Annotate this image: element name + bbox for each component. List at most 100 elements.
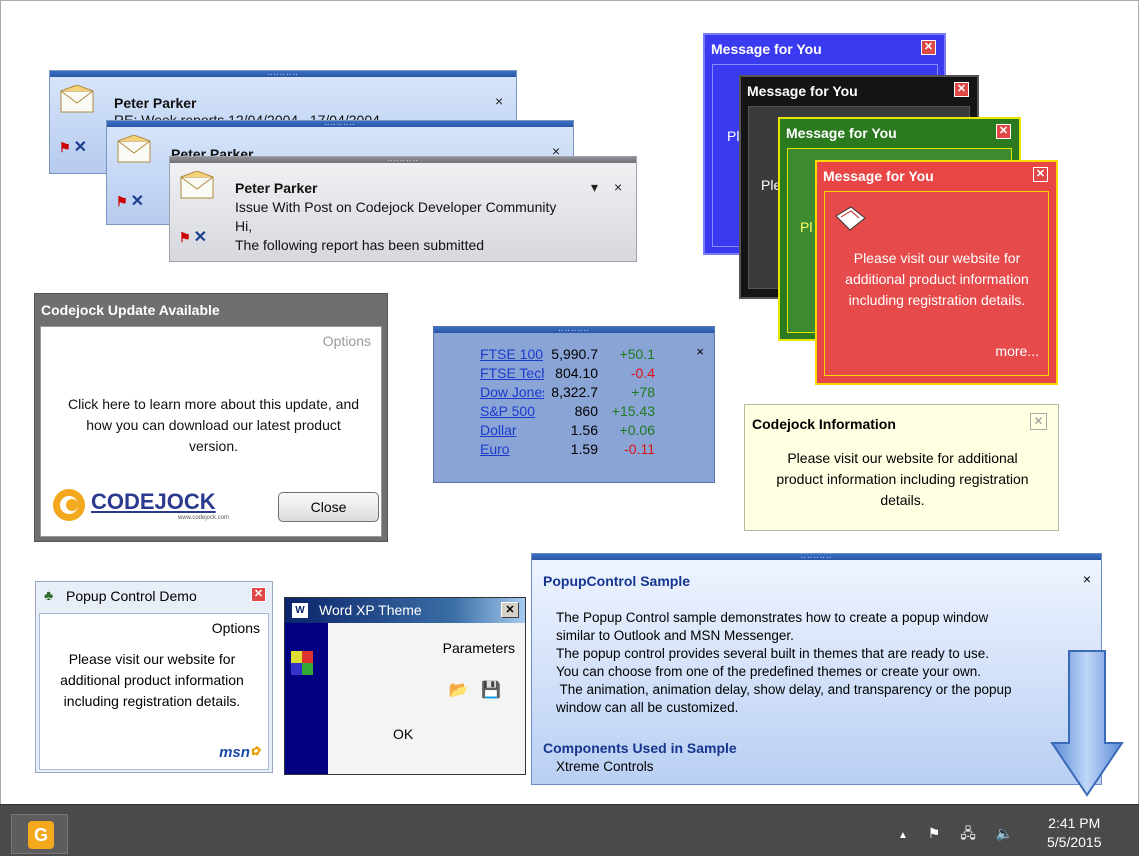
stock-ticker-popup[interactable]: ‥‥‥‥‥ × FTSE 100 5,990.7 +50.1 FTSE Tech 80… (433, 326, 715, 483)
flag-icon[interactable]: ⚑ (116, 194, 128, 209)
flag-icon[interactable]: ⚑ (179, 230, 191, 245)
table-row: FTSE Tech 804.10 -0.4 (480, 363, 655, 382)
close-icon[interactable]: ✕ (1030, 413, 1047, 430)
flag-delete-actions[interactable]: ⚑ ✕ (59, 137, 87, 157)
delete-icon[interactable]: ✕ (194, 229, 207, 246)
stock-change: -0.4 (630, 364, 655, 381)
table-row: S&P 500 860 +15.43 (480, 401, 655, 420)
table-row: Dollar 1.56 +0.06 (480, 420, 655, 439)
close-icon[interactable]: ✕ (921, 40, 936, 55)
envelope-icon (60, 85, 94, 113)
popup-title: PopupControl Sample (543, 573, 690, 589)
sample-description: The Popup Control sample demonstrates ho… (556, 610, 1012, 715)
start-button[interactable]: G (11, 814, 68, 854)
message-subject[interactable]: Issue With Post on Codejock Developer Co… (235, 199, 556, 215)
grip-handle[interactable]: ‥‥‥‥‥ (434, 327, 714, 333)
chevron-up-icon[interactable]: ▲ (898, 830, 908, 841)
delete-icon[interactable]: ✕ (131, 193, 144, 210)
parameters-label: Parameters (442, 640, 515, 656)
codejock-app-icon: G (28, 821, 54, 849)
stock-change: -0.11 (624, 440, 655, 457)
word-xp-popup[interactable]: W Word XP Theme ✕ Parameters 📂 💾 OK (284, 597, 526, 775)
codejock-logo-icon (53, 489, 85, 521)
volume-icon[interactable]: 🔈 (996, 825, 1013, 841)
popup-title: Message for You (747, 83, 858, 99)
clock-date: 5/5/2015 (1047, 834, 1102, 850)
grip-handle[interactable]: ‥‥‥‥‥ (50, 71, 516, 77)
stock-value: 5,990.7 (551, 345, 598, 362)
sidebar-strip (285, 623, 328, 774)
system-tray: ▲ ⚑ 🖧 🔈 (898, 823, 1029, 847)
popup-title: Message for You (823, 168, 934, 184)
popup-title: Message for You (711, 41, 822, 57)
close-button[interactable]: Close (278, 492, 379, 522)
flag-delete-actions[interactable]: ⚑ ✕ (116, 191, 144, 211)
open-folder-icon[interactable]: 📂 (449, 682, 469, 699)
logo-url: www.codejock.com (178, 515, 230, 521)
close-icon[interactable]: ✕ (996, 124, 1011, 139)
close-icon[interactable]: × (1083, 571, 1091, 587)
popup-control-demo[interactable]: ♣ Popup Control Demo ✕ Options Please vi… (35, 581, 273, 773)
options-link[interactable]: Options (323, 333, 371, 349)
stock-name-link[interactable]: Dollar (480, 420, 544, 439)
close-icon[interactable]: ✕ (251, 587, 266, 602)
word-app-icon: W (292, 603, 308, 618)
clock[interactable]: 2:41 PM 5/5/2015 (1047, 814, 1102, 852)
flag-icon[interactable]: ⚑ (928, 825, 941, 841)
popup-control-sample[interactable]: ‥‥‥‥‥ PopupControl Sample × The Popup Co… (531, 553, 1102, 785)
stock-name-link[interactable]: FTSE 100 (480, 344, 544, 363)
more-link[interactable]: more... (995, 343, 1039, 359)
codejock-update-popup[interactable]: Codejock Update Available Options Click … (34, 293, 388, 542)
stock-name-link[interactable]: FTSE Tech (480, 363, 544, 382)
update-message[interactable]: Click here to learn more about this upda… (61, 394, 366, 457)
close-icon[interactable]: ✕ (954, 82, 969, 97)
save-icon[interactable]: 💾 (481, 682, 501, 699)
stock-name-link[interactable]: Euro (480, 439, 544, 458)
ok-button[interactable]: OK (393, 726, 413, 742)
close-icon[interactable]: ✕ (501, 602, 519, 618)
stock-value: 804.10 (555, 364, 598, 381)
stock-change: +50.1 (619, 345, 655, 362)
popup-partial-text: Pl (800, 219, 813, 235)
chevron-down-icon[interactable]: ▾ (591, 179, 598, 196)
delete-icon[interactable]: ✕ (74, 139, 87, 156)
grip-handle[interactable]: ‥‥‥‥‥ (107, 121, 573, 127)
app-icon: ♣ (44, 587, 54, 603)
popup-message[interactable]: Please visit our website for additional … (46, 649, 258, 712)
outlook-popup-3[interactable]: ‥‥‥‥‥ Peter Parker Issue With Post on Co… (169, 156, 637, 262)
stock-change: +0.06 (619, 421, 655, 438)
table-row: FTSE 100 5,990.7 +50.1 (480, 344, 655, 363)
puzzle-icon (291, 651, 313, 675)
taskbar: G ▲ ⚑ 🖧 🔈 2:41 PM 5/5/2015 (0, 804, 1139, 856)
codejock-info-popup[interactable]: Codejock Information ✕ Please visit our … (744, 404, 1059, 531)
clock-time: 2:41 PM (1048, 815, 1101, 831)
envelope-icon (117, 135, 151, 163)
close-icon[interactable]: ✕ (1033, 167, 1048, 182)
popup-body: Options Click here to learn more about t… (40, 326, 382, 537)
flag-delete-actions[interactable]: ⚑ ✕ (179, 227, 207, 247)
sender-name: Peter Parker (114, 95, 197, 111)
grip-handle[interactable]: ‥‥‥‥‥ (532, 554, 1101, 560)
message-popup-red[interactable]: Message for You ✕ Please visit our websi… (815, 160, 1058, 385)
flag-icon[interactable]: ⚑ (59, 140, 71, 155)
popup-message[interactable]: Please visit our website for additional … (833, 248, 1041, 311)
logo-text: CODEJOCK (91, 489, 216, 514)
popup-title: Codejock Update Available (41, 302, 220, 318)
popup-message[interactable]: Please visit our website for additional … (770, 448, 1035, 511)
components-value: Xtreme Controls (556, 759, 654, 774)
close-icon[interactable]: × (495, 93, 503, 109)
options-link[interactable]: Options (212, 620, 260, 636)
network-icon[interactable]: 🖧 (960, 825, 976, 841)
envelope-icon (180, 171, 214, 199)
close-icon[interactable]: × (696, 344, 704, 359)
close-icon[interactable]: × (614, 179, 622, 195)
msn-logo-text: msn (219, 744, 250, 761)
stock-name-link[interactable]: Dow Jones (480, 382, 544, 401)
stock-value: 1.56 (570, 421, 598, 438)
popup-partial-text: Pl (727, 128, 740, 144)
table-row: Dow Jones 8,322.7 +78 (480, 382, 655, 401)
grip-handle[interactable]: ‥‥‥‥‥ (170, 157, 636, 163)
stock-name-link[interactable]: S&P 500 (480, 401, 544, 420)
title-bar[interactable]: W Word XP Theme ✕ (285, 598, 525, 623)
message-line: The following report has been submitted (235, 237, 485, 253)
